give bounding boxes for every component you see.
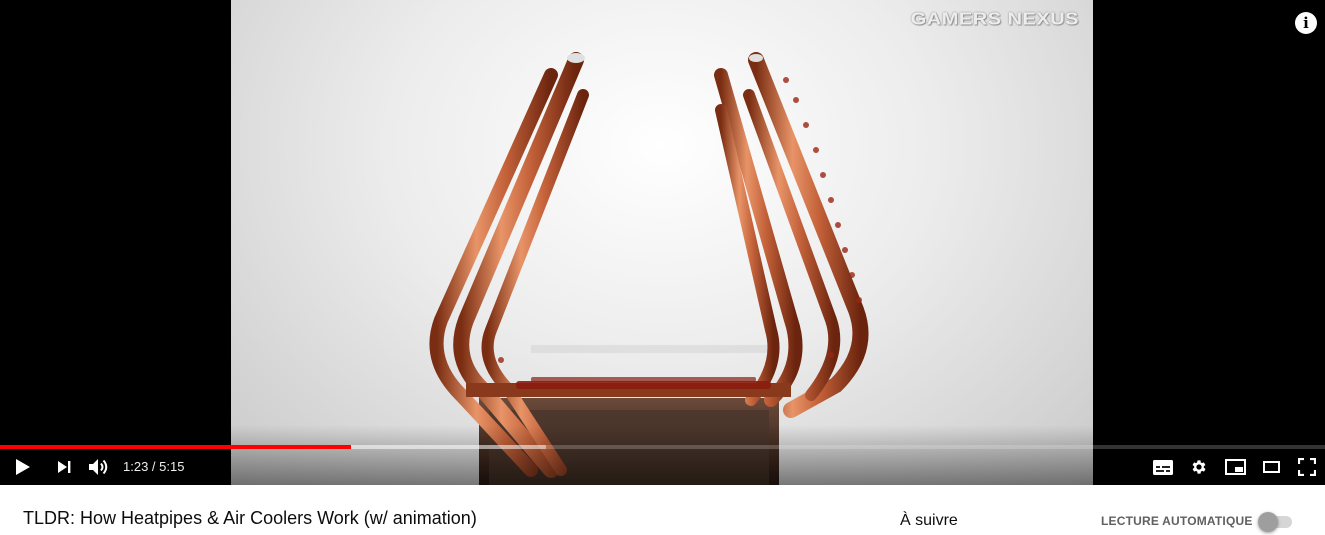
channel-watermark: GAMERS NEXUS (910, 9, 1079, 29)
controls-gradient (0, 425, 1325, 485)
time-separator: / (148, 459, 160, 474)
time-current: 1:23 (123, 459, 149, 474)
next-button[interactable] (52, 454, 76, 480)
gear-icon (1192, 460, 1206, 474)
theater-button[interactable] (1260, 454, 1282, 480)
next-icon (58, 461, 71, 473)
volume-icon (89, 459, 108, 475)
video-info-bar: TLDR: How Heatpipes & Air Coolers Work (… (0, 485, 1325, 535)
subtitles-icon (1153, 459, 1173, 475)
autoplay-label: LECTURE AUTOMATIQUE (1101, 514, 1253, 528)
autoplay-toggle-knob (1258, 512, 1278, 532)
miniplayer-button[interactable] (1224, 454, 1246, 480)
autoplay-toggle[interactable] (1258, 511, 1294, 532)
progress-bar[interactable] (0, 445, 1325, 449)
heatpipe-animation-frame (429, 52, 869, 485)
video-frame[interactable]: GAMERS NEXUS (231, 0, 1093, 485)
video-title: TLDR: How Heatpipes & Air Coolers Work (… (23, 508, 477, 528)
volume-button[interactable] (86, 454, 112, 480)
video-player[interactable]: GAMERS NEXUS i 1:23 / 5:15 (0, 0, 1325, 485)
theater-icon (1262, 461, 1280, 473)
play-button[interactable] (10, 454, 36, 480)
settings-button[interactable] (1188, 454, 1210, 480)
time-total: 5:15 (159, 459, 185, 474)
progress-played (0, 445, 352, 449)
play-icon (16, 459, 30, 475)
fullscreen-icon (1298, 458, 1316, 476)
time-display: 1:23 / 5:15 (123, 459, 184, 474)
fullscreen-button[interactable] (1296, 454, 1318, 480)
subtitles-button[interactable] (1152, 454, 1174, 480)
info-icon[interactable]: i (1295, 12, 1317, 34)
miniplayer-icon (1224, 459, 1246, 475)
up-next-heading: À suivre (900, 512, 958, 529)
